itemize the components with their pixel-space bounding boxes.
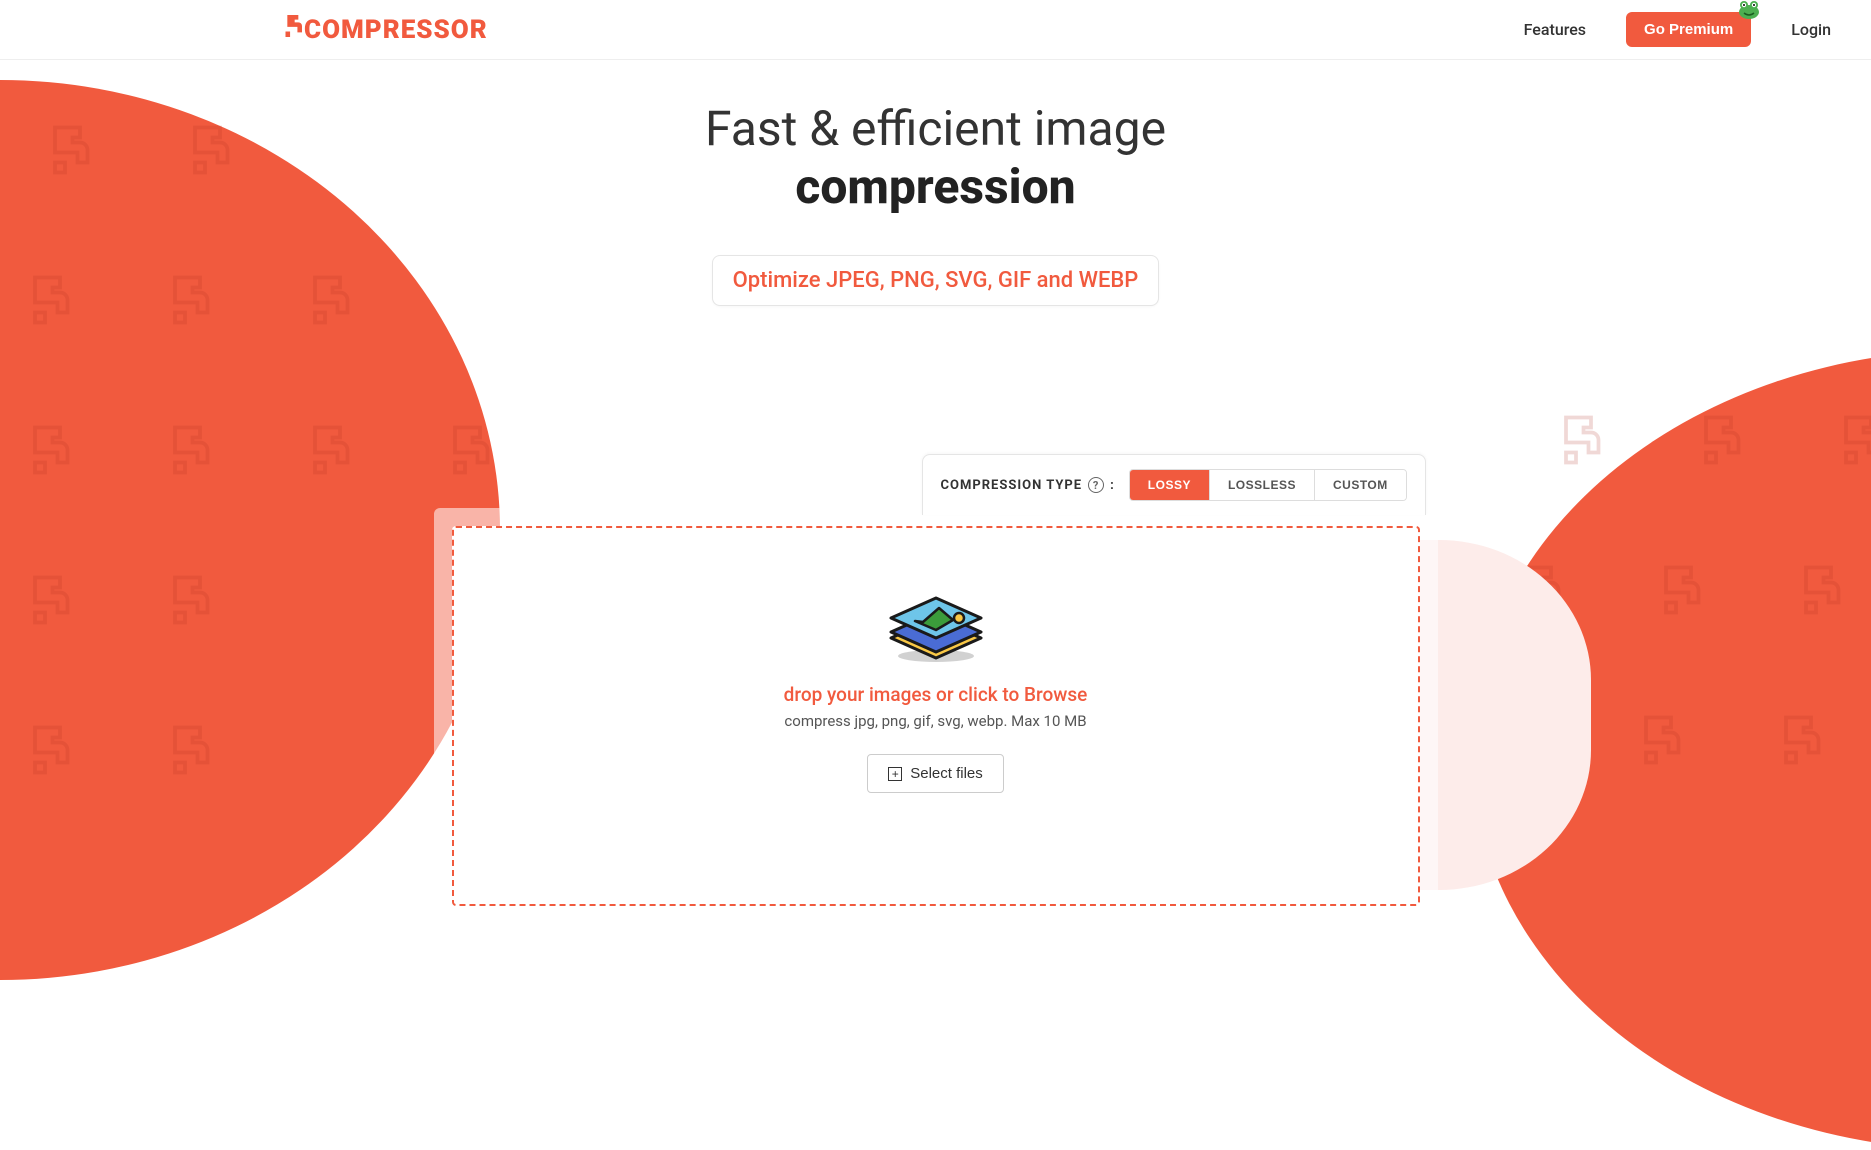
help-icon[interactable]: ?	[1088, 477, 1104, 493]
hero-line1: Fast & efficient image	[705, 100, 1166, 157]
clamp-pattern-icon	[440, 420, 500, 480]
frog-icon	[1735, 0, 1763, 24]
compression-type-text: COMPRESSION TYPE	[941, 478, 1083, 493]
drop-zone-title: drop your images or click to Browse	[454, 683, 1418, 706]
clamp-pattern-icon	[1791, 560, 1851, 620]
tab-custom[interactable]: CUSTOM	[1315, 470, 1406, 500]
drop-zone[interactable]: drop your images or click to Browse comp…	[452, 526, 1420, 906]
clamp-pattern-icon	[1551, 410, 1611, 470]
go-premium-button[interactable]: Go Premium	[1626, 12, 1751, 47]
clamp-pattern-icon	[20, 420, 80, 480]
clamp-pattern-icon	[1691, 410, 1751, 470]
clamp-icon	[280, 13, 302, 46]
tab-lossless[interactable]: LOSSLESS	[1210, 470, 1315, 500]
select-files-button[interactable]: + Select files	[867, 754, 1004, 793]
clamp-pattern-icon	[1831, 410, 1871, 470]
header: COMPRESSOR Features Go Premium Login	[0, 0, 1871, 60]
formats-badge: Optimize JPEG, PNG, SVG, GIF and WEBP	[712, 255, 1160, 306]
image-stack-icon	[881, 578, 991, 663]
tab-lossy[interactable]: LOSSY	[1130, 470, 1210, 500]
compression-type-tabs: LOSSY LOSSLESS CUSTOM	[1129, 469, 1407, 501]
clamp-pattern-icon	[20, 720, 80, 780]
colon: :	[1110, 478, 1115, 493]
plus-icon: +	[888, 767, 902, 781]
clamp-pattern-icon	[1651, 560, 1711, 620]
hero-line2: compression	[795, 158, 1075, 215]
drop-zone-subtitle: compress jpg, png, gif, svg, webp. Max 1…	[454, 712, 1418, 730]
clamp-pattern-icon	[1631, 710, 1691, 770]
logo-text: COMPRESSOR	[304, 15, 488, 45]
drop-zone-wrapper: drop your images or click to Browse comp…	[434, 508, 1438, 924]
clamp-pattern-icon	[20, 570, 80, 630]
logo[interactable]: COMPRESSOR	[280, 13, 488, 46]
select-files-label: Select files	[910, 765, 983, 782]
clamp-pattern-icon	[160, 420, 220, 480]
nav-features[interactable]: Features	[1524, 20, 1586, 39]
clamp-pattern-icon	[160, 720, 220, 780]
hero-title: Fast & efficient image compression	[0, 100, 1871, 215]
compression-type-label: COMPRESSION TYPE ? :	[941, 477, 1115, 493]
nav-login[interactable]: Login	[1791, 20, 1831, 39]
go-premium-label: Go Premium	[1644, 21, 1733, 38]
clamp-pattern-icon	[1771, 710, 1831, 770]
clamp-pattern-icon	[300, 420, 360, 480]
hero: Fast & efficient image compression Optim…	[0, 100, 1871, 306]
compression-type-bar: COMPRESSION TYPE ? : LOSSY LOSSLESS CUST…	[922, 454, 1426, 515]
nav: Features Go Premium Login	[1524, 12, 1831, 47]
clamp-pattern-icon	[160, 570, 220, 630]
